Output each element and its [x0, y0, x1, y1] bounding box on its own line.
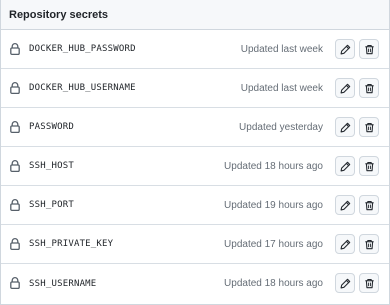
repository-secrets-panel: Repository secrets DOCKER_HUB_PASSWORD U…	[0, 0, 390, 305]
edit-secret-button[interactable]	[335, 273, 355, 293]
secret-updated: Updated 18 hours ago	[224, 160, 323, 172]
trash-icon	[364, 83, 374, 93]
secrets-title: Repository secrets	[9, 8, 109, 21]
pencil-icon	[340, 161, 350, 171]
secrets-header: Repository secrets	[1, 0, 389, 30]
lock-icon	[9, 276, 21, 290]
trash-icon	[364, 122, 374, 132]
edit-secret-button[interactable]	[335, 117, 355, 137]
secret-name: DOCKER_HUB_PASSWORD	[29, 44, 136, 54]
edit-secret-button[interactable]	[335, 234, 355, 254]
delete-secret-button[interactable]	[359, 273, 379, 293]
edit-secret-button[interactable]	[335, 156, 355, 176]
secret-updated: Updated 19 hours ago	[224, 199, 323, 211]
pencil-icon	[340, 278, 350, 288]
lock-icon	[9, 198, 21, 212]
secret-row: DOCKER_HUB_PASSWORD Updated last week	[1, 30, 389, 69]
delete-secret-button[interactable]	[359, 39, 379, 59]
secret-row: DOCKER_HUB_USERNAME Updated last week	[1, 69, 389, 108]
delete-secret-button[interactable]	[359, 78, 379, 98]
secret-row: SSH_PRIVATE_KEY Updated 17 hours ago	[1, 225, 389, 264]
delete-secret-button[interactable]	[359, 234, 379, 254]
secret-name: SSH_PRIVATE_KEY	[29, 239, 114, 249]
secret-updated: Updated 18 hours ago	[224, 278, 323, 289]
secret-name: PASSWORD	[29, 122, 74, 132]
secret-name: SSH_HOST	[29, 161, 74, 171]
trash-icon	[364, 278, 374, 288]
secret-name: DOCKER_HUB_USERNAME	[29, 83, 136, 93]
lock-icon	[9, 81, 21, 95]
pencil-icon	[340, 44, 350, 54]
lock-icon	[9, 120, 21, 134]
pencil-icon	[340, 200, 350, 210]
secret-row: SSH_USERNAME Updated 18 hours ago	[1, 264, 389, 303]
trash-icon	[364, 200, 374, 210]
pencil-icon	[340, 239, 350, 249]
secret-updated: Updated yesterday	[239, 121, 323, 133]
secret-row: SSH_PORT Updated 19 hours ago	[1, 186, 389, 225]
secret-updated: Updated last week	[240, 43, 323, 55]
lock-icon	[9, 237, 21, 251]
pencil-icon	[340, 122, 350, 132]
trash-icon	[364, 239, 374, 249]
secrets-list: DOCKER_HUB_PASSWORD Updated last week DO…	[1, 30, 389, 303]
edit-secret-button[interactable]	[335, 195, 355, 215]
edit-secret-button[interactable]	[335, 39, 355, 59]
secret-row: PASSWORD Updated yesterday	[1, 108, 389, 147]
lock-icon	[9, 159, 21, 173]
lock-icon	[9, 42, 21, 56]
delete-secret-button[interactable]	[359, 156, 379, 176]
trash-icon	[364, 44, 374, 54]
pencil-icon	[340, 83, 350, 93]
edit-secret-button[interactable]	[335, 78, 355, 98]
secret-updated: Updated 17 hours ago	[224, 238, 323, 250]
secret-name: SSH_PORT	[29, 200, 74, 210]
delete-secret-button[interactable]	[359, 195, 379, 215]
secret-updated: Updated last week	[240, 82, 323, 94]
trash-icon	[364, 161, 374, 171]
secret-row: SSH_HOST Updated 18 hours ago	[1, 147, 389, 186]
delete-secret-button[interactable]	[359, 117, 379, 137]
secret-name: SSH_USERNAME	[29, 278, 97, 289]
